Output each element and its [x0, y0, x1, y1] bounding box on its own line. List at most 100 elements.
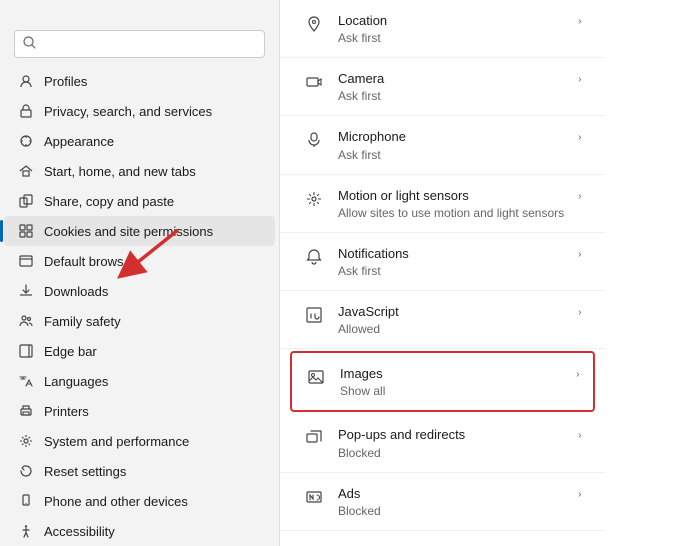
sidebar-item-accessibility[interactable]: Accessibility: [4, 516, 275, 546]
location-perm-icon: [304, 14, 324, 34]
sidebar-item-system[interactable]: System and performance: [4, 426, 275, 456]
default-browser-icon: [18, 253, 34, 269]
sidebar-item-phone-devices[interactable]: Phone and other devices: [4, 486, 275, 516]
sidebar: Profiles Privacy, search, and services A…: [0, 0, 280, 546]
perm-text-location: Location Ask first: [338, 12, 564, 45]
chevron-right-icon-notifications: ›: [578, 249, 581, 260]
sidebar-item-label-appearance: Appearance: [44, 134, 114, 149]
chevron-right-icon-popups: ›: [578, 430, 581, 441]
perm-subtitle-javascript: Allowed: [338, 322, 564, 336]
sidebar-item-label-downloads: Downloads: [44, 284, 108, 299]
sidebar-item-label-family-safety: Family safety: [44, 314, 121, 329]
perm-subtitle-images: Show all: [340, 384, 562, 398]
phone-devices-icon: [18, 493, 34, 509]
chevron-right-icon-motion-sensors: ›: [578, 191, 581, 202]
sidebar-item-printers[interactable]: Printers: [4, 396, 275, 426]
search-box[interactable]: [14, 30, 265, 58]
sidebar-item-label-edge-bar: Edge bar: [44, 344, 97, 359]
printers-icon: [18, 403, 34, 419]
perm-subtitle-microphone: Ask first: [338, 148, 564, 162]
nav-items-container: Profiles Privacy, search, and services A…: [0, 66, 279, 546]
sidebar-item-label-printers: Printers: [44, 404, 89, 419]
search-input[interactable]: [42, 37, 256, 52]
perm-text-notifications: Notifications Ask first: [338, 245, 564, 278]
permission-item-popups[interactable]: Pop-ups and redirects Blocked ›: [280, 414, 605, 472]
permission-item-ads[interactable]: Ads Blocked ›: [280, 473, 605, 531]
downloads-icon: [18, 283, 34, 299]
perm-text-motion-sensors: Motion or light sensors Allow sites to u…: [338, 187, 564, 220]
privacy-icon: [18, 103, 34, 119]
permission-item-notifications[interactable]: Notifications Ask first ›: [280, 233, 605, 291]
share-copy-icon: [18, 193, 34, 209]
permissions-container: Location Ask first › Camera Ask first › …: [280, 0, 605, 546]
perm-title-popups: Pop-ups and redirects: [338, 426, 564, 444]
sidebar-item-reset[interactable]: Reset settings: [4, 456, 275, 486]
sidebar-item-cookies[interactable]: Cookies and site permissions: [4, 216, 275, 246]
sidebar-item-label-share-copy: Share, copy and paste: [44, 194, 174, 209]
sidebar-item-default-browser[interactable]: Default brows...: [4, 246, 275, 276]
edge-bar-icon: [18, 343, 34, 359]
permission-item-javascript[interactable]: JavaScript Allowed ›: [280, 291, 605, 349]
permission-item-images[interactable]: Images Show all ›: [290, 351, 595, 412]
sidebar-item-label-default-browser: Default brows...: [44, 254, 134, 269]
notifications-perm-icon: [304, 247, 324, 267]
system-icon: [18, 433, 34, 449]
languages-icon: [18, 373, 34, 389]
sidebar-item-downloads[interactable]: Downloads: [4, 276, 275, 306]
sidebar-item-edge-bar[interactable]: Edge bar: [4, 336, 275, 366]
perm-text-popups: Pop-ups and redirects Blocked: [338, 426, 564, 459]
sidebar-item-appearance[interactable]: Appearance: [4, 126, 275, 156]
perm-title-ads: Ads: [338, 485, 564, 503]
permission-item-motion-sensors[interactable]: Motion or light sensors Allow sites to u…: [280, 175, 605, 233]
search-icon: [23, 36, 36, 52]
sidebar-item-label-profiles: Profiles: [44, 74, 87, 89]
perm-subtitle-camera: Ask first: [338, 89, 564, 103]
camera-perm-icon: [304, 72, 324, 92]
sidebar-item-privacy[interactable]: Privacy, search, and services: [4, 96, 275, 126]
sidebar-item-label-privacy: Privacy, search, and services: [44, 104, 212, 119]
sidebar-item-family-safety[interactable]: Family safety: [4, 306, 275, 336]
motion-sensors-perm-icon: [304, 189, 324, 209]
perm-text-microphone: Microphone Ask first: [338, 128, 564, 161]
perm-text-images: Images Show all: [340, 365, 562, 398]
reset-icon: [18, 463, 34, 479]
perm-title-javascript: JavaScript: [338, 303, 564, 321]
perm-subtitle-ads: Blocked: [338, 504, 564, 518]
sidebar-item-label-accessibility: Accessibility: [44, 524, 115, 539]
profiles-icon: [18, 73, 34, 89]
cookies-icon: [18, 223, 34, 239]
sidebar-title: [0, 0, 279, 26]
main-content: Location Ask first › Camera Ask first › …: [280, 0, 605, 546]
chevron-right-icon-camera: ›: [578, 74, 581, 85]
start-home-icon: [18, 163, 34, 179]
permission-item-background-sync[interactable]: Background sync Allow... ›: [280, 531, 605, 546]
sidebar-item-start-home[interactable]: Start, home, and new tabs: [4, 156, 275, 186]
images-perm-icon: [306, 367, 326, 387]
perm-title-location: Location: [338, 12, 564, 30]
chevron-right-icon-javascript: ›: [578, 307, 581, 318]
perm-text-camera: Camera Ask first: [338, 70, 564, 103]
sidebar-item-profiles[interactable]: Profiles: [4, 66, 275, 96]
sidebar-item-label-languages: Languages: [44, 374, 108, 389]
perm-title-notifications: Notifications: [338, 245, 564, 263]
family-safety-icon: [18, 313, 34, 329]
sidebar-item-label-system: System and performance: [44, 434, 189, 449]
perm-title-motion-sensors: Motion or light sensors: [338, 187, 564, 205]
sidebar-item-label-phone-devices: Phone and other devices: [44, 494, 188, 509]
javascript-perm-icon: [304, 305, 324, 325]
sidebar-item-label-reset: Reset settings: [44, 464, 126, 479]
perm-subtitle-location: Ask first: [338, 31, 564, 45]
permission-item-microphone[interactable]: Microphone Ask first ›: [280, 116, 605, 174]
ads-perm-icon: [304, 487, 324, 507]
accessibility-icon: [18, 523, 34, 539]
sidebar-item-languages[interactable]: Languages: [4, 366, 275, 396]
microphone-perm-icon: [304, 130, 324, 150]
popups-perm-icon: [304, 428, 324, 448]
appearance-icon: [18, 133, 34, 149]
perm-subtitle-popups: Blocked: [338, 446, 564, 460]
sidebar-item-share-copy[interactable]: Share, copy and paste: [4, 186, 275, 216]
sidebar-item-label-start-home: Start, home, and new tabs: [44, 164, 196, 179]
perm-title-images: Images: [340, 365, 562, 383]
permission-item-camera[interactable]: Camera Ask first ›: [280, 58, 605, 116]
permission-item-location[interactable]: Location Ask first ›: [280, 0, 605, 58]
